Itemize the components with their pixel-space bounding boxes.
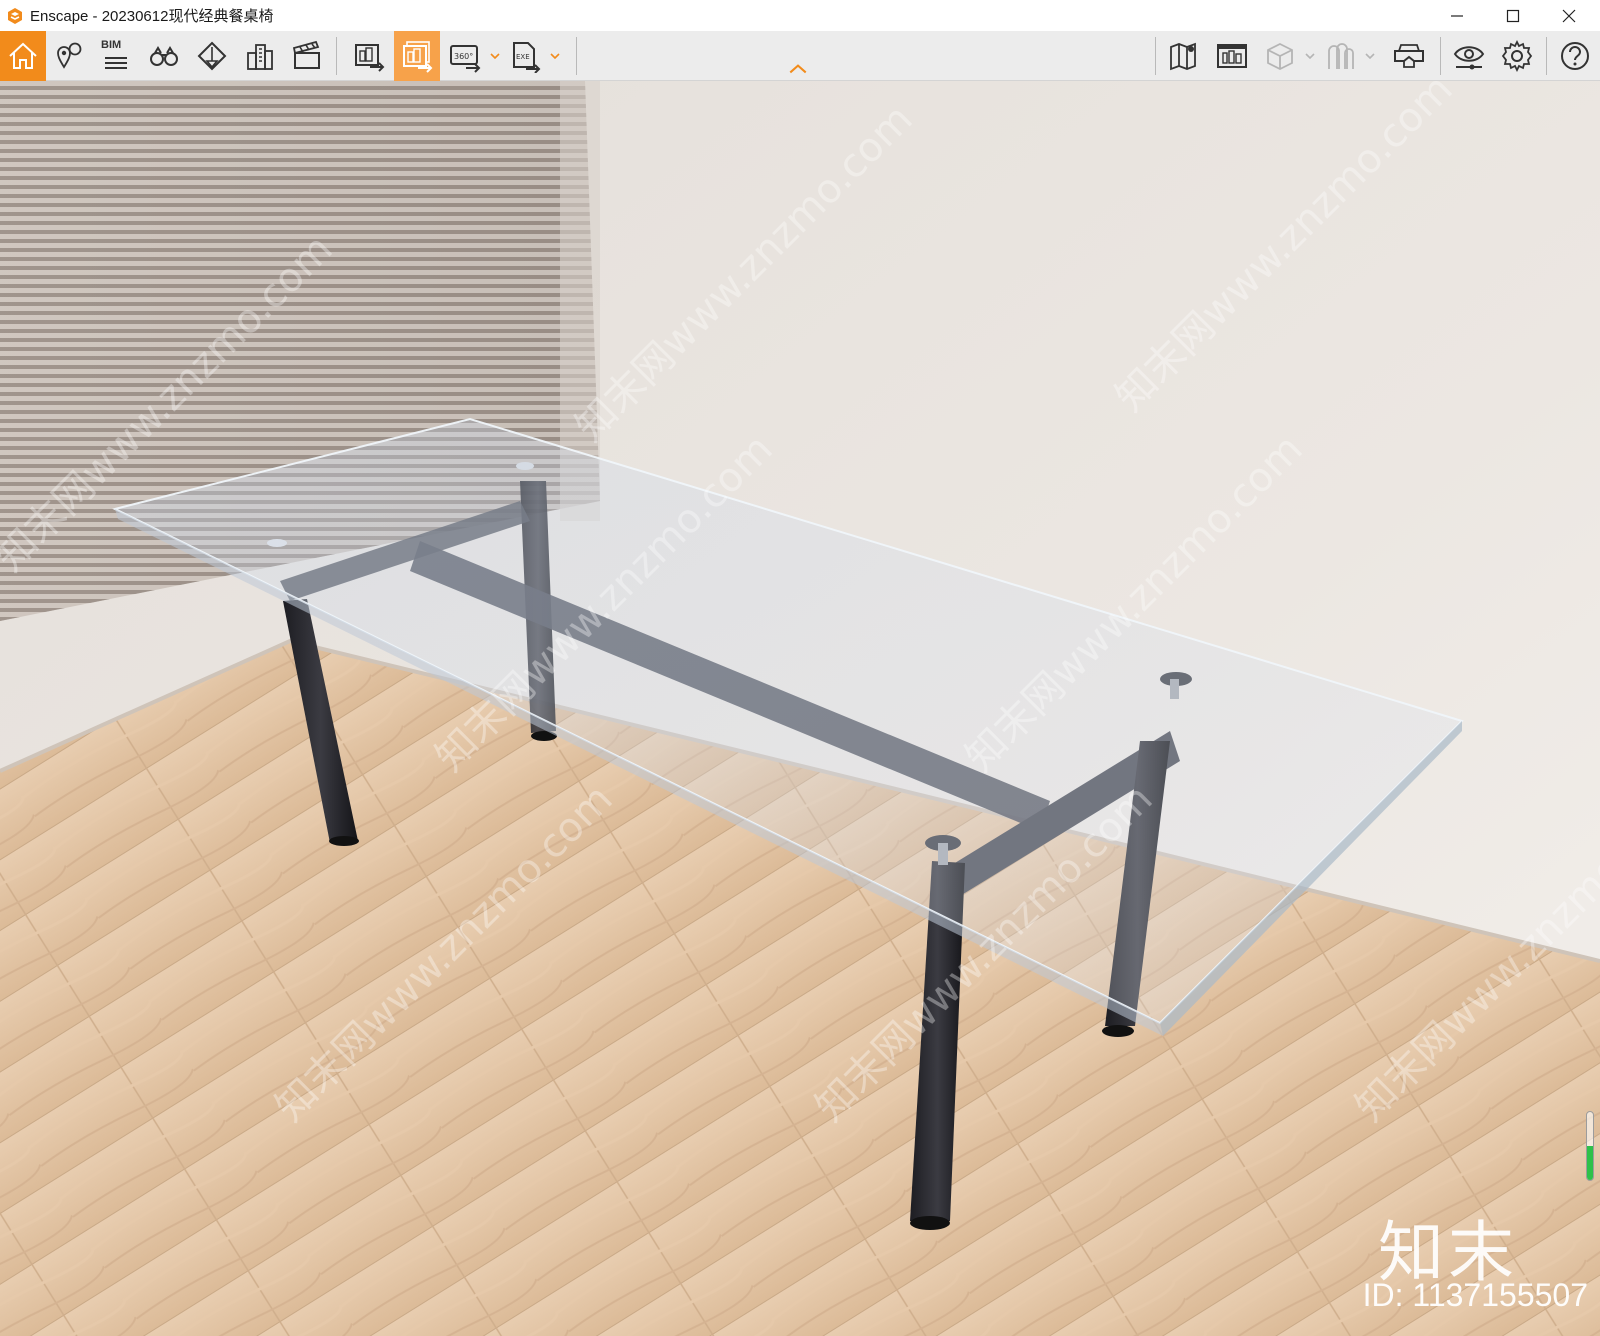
help-icon <box>1561 42 1589 70</box>
maximize-icon <box>1506 9 1520 22</box>
toolbar-separator <box>336 37 337 75</box>
model-id-label: ID: 1137155507 <box>1362 1277 1588 1313</box>
enscape-window: Enscape - 20230612现代经典餐桌椅 BIM 360° EXE 知… <box>0 0 1600 1336</box>
eye-icon <box>1453 46 1485 70</box>
chevron-down-icon <box>1305 53 1315 60</box>
asset-library-button[interactable] <box>1209 31 1255 81</box>
panorama-dropdown[interactable] <box>488 31 502 81</box>
chevron-down-icon <box>550 53 560 60</box>
speed-level-fill <box>1587 1146 1593 1180</box>
bim-label: BIM <box>101 39 122 51</box>
settings-button[interactable] <box>1494 31 1540 81</box>
binoculars-button[interactable] <box>141 31 187 81</box>
close-icon <box>1562 9 1576 22</box>
chevron-down-icon <box>1365 53 1375 60</box>
exe-export-icon: EXE <box>513 42 541 73</box>
collapse-toolbar-button[interactable] <box>786 62 810 76</box>
people-dropdown[interactable] <box>1363 31 1377 81</box>
close-button[interactable] <box>1541 0 1597 31</box>
views-button[interactable] <box>46 31 92 81</box>
maximize-button[interactable] <box>1485 0 1541 31</box>
visual-settings-button[interactable] <box>1446 31 1492 81</box>
screenshot-button[interactable] <box>346 31 392 81</box>
toolbar-separator <box>1155 37 1156 75</box>
binoculars-icon <box>150 46 178 66</box>
perspective-button[interactable] <box>189 31 235 81</box>
window-title: Enscape - 20230612现代经典餐桌椅 <box>30 8 274 25</box>
panorama-360-icon: 360° <box>450 45 481 73</box>
home-icon <box>9 42 37 69</box>
render-viewport[interactable]: 知末网www.znzmo.com 知末网www.znzmo.com 知末网www… <box>0 81 1600 1336</box>
minimize-icon <box>1451 14 1463 17</box>
toolbar-separator <box>1546 37 1547 75</box>
bim-button[interactable]: BIM <box>93 31 139 81</box>
help-button[interactable] <box>1552 31 1598 81</box>
map-button[interactable] <box>1161 31 1207 81</box>
toolbar: BIM 360° EXE <box>0 31 1600 81</box>
vr-headset-icon <box>1394 44 1424 68</box>
asset-library-icon <box>1217 44 1247 68</box>
material-cube-dropdown[interactable] <box>1303 31 1317 81</box>
people-icon <box>1328 43 1354 69</box>
batch-render-button[interactable] <box>394 31 440 81</box>
minimize-button[interactable] <box>1429 0 1485 31</box>
toolbar-separator <box>1440 37 1441 75</box>
map-icon <box>1170 42 1196 71</box>
vr-headset-button[interactable] <box>1386 31 1432 81</box>
svg-text:360°: 360° <box>454 52 473 61</box>
svg-text:EXE: EXE <box>516 53 530 61</box>
rendered-scene <box>0 81 1600 1336</box>
people-button[interactable] <box>1317 31 1363 81</box>
video-editor-button[interactable] <box>284 31 330 81</box>
location-pin-icon <box>57 42 82 69</box>
cube-icon <box>1267 42 1293 71</box>
screenshot-export-icon <box>355 44 385 72</box>
exe-dropdown[interactable] <box>548 31 562 81</box>
exe-export-button[interactable]: EXE <box>502 31 548 81</box>
home-button[interactable] <box>0 31 46 81</box>
clapperboard-icon <box>292 40 320 69</box>
toolbar-separator <box>576 37 577 75</box>
buildings-icon <box>247 44 273 70</box>
chevron-up-icon <box>789 64 807 74</box>
buildings-button[interactable] <box>237 31 283 81</box>
batch-export-icon <box>403 41 433 73</box>
enscape-logo-icon <box>8 7 22 24</box>
material-cube-button[interactable] <box>1257 31 1303 81</box>
panorama-button[interactable]: 360° <box>442 31 488 81</box>
title-bar: Enscape - 20230612现代经典餐桌椅 <box>0 0 1600 31</box>
gear-icon <box>1501 39 1533 73</box>
perspective-icon <box>197 41 227 71</box>
chevron-down-icon <box>490 53 500 60</box>
movement-speed-indicator <box>1586 1111 1594 1181</box>
